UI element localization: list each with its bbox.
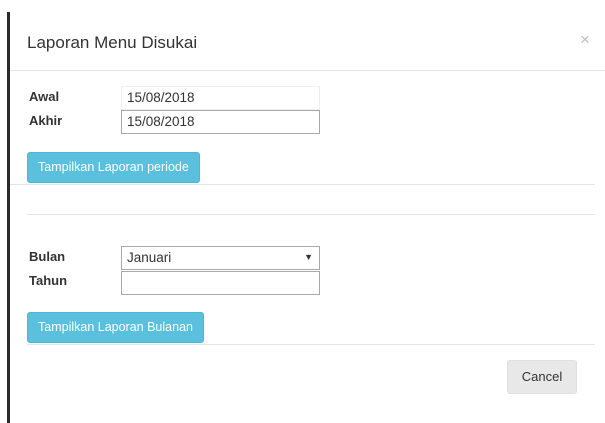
start-date-label: Awal xyxy=(29,89,60,104)
chevron-down-icon: ▼ xyxy=(304,252,313,262)
divider xyxy=(27,214,595,215)
month-select-value: Januari xyxy=(127,250,172,265)
divider xyxy=(10,184,595,185)
start-date-field[interactable]: 15/08/2018 xyxy=(121,86,320,110)
dialog-header: Laporan Menu Disukai × xyxy=(10,12,605,71)
close-icon[interactable]: × xyxy=(580,30,590,50)
show-monthly-report-button[interactable]: Tampilkan Laporan Bulanan xyxy=(27,312,204,343)
dialog-title: Laporan Menu Disukai xyxy=(27,33,198,52)
report-dialog: Laporan Menu Disukai × Awal 15/08/2018 A… xyxy=(10,12,605,423)
cancel-button[interactable]: Cancel xyxy=(507,360,577,394)
year-label: Tahun xyxy=(29,273,68,288)
year-field[interactable] xyxy=(121,271,320,295)
footer-divider xyxy=(27,344,595,345)
month-label: Bulan xyxy=(29,249,66,264)
end-date-label: Akhir xyxy=(29,113,63,128)
end-date-field[interactable]: 15/08/2018 xyxy=(121,110,320,134)
show-period-report-button[interactable]: Tampilkan Laporan periode xyxy=(27,152,200,183)
month-select[interactable]: Januari ▼ xyxy=(121,246,320,270)
